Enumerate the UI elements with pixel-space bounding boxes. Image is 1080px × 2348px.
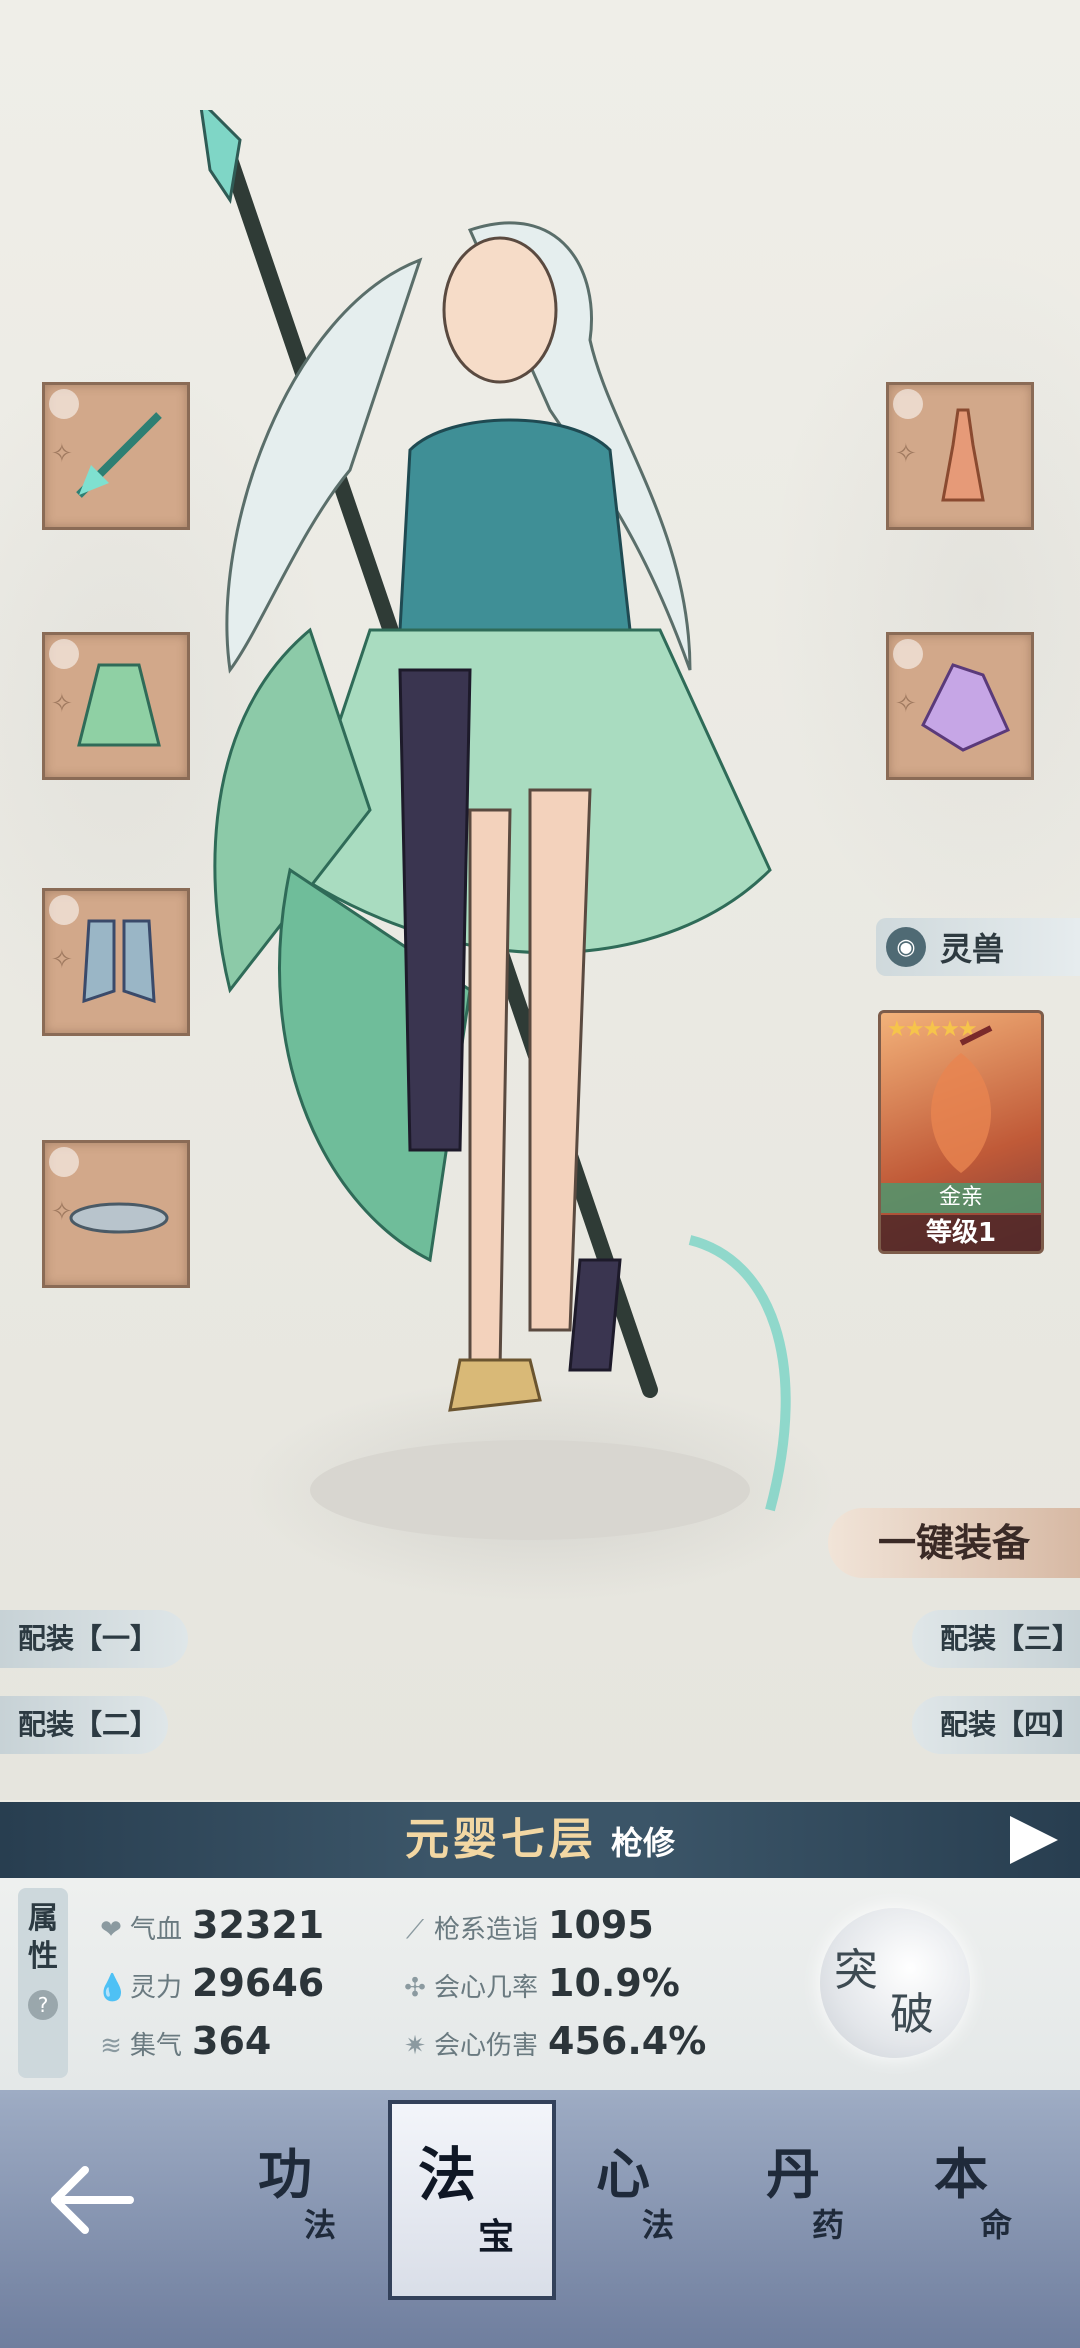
breakthrough-char-2: 破 <box>890 1989 934 2040</box>
stat-crit-rate-label: 会心几率 <box>434 1973 539 2003</box>
equipment-slot-vehicle[interactable]: ✧ <box>42 1140 190 1288</box>
stat-spear: ⟋ 枪系造诣 1095 <box>400 1900 654 1950</box>
nav-tab-pills[interactable]: 丹 药 <box>736 2130 866 2270</box>
nav-tab-mind-big: 心 <box>596 2142 650 2206</box>
stat-hp: ❤ 气血 32321 <box>96 1900 324 1950</box>
nav-tab-treasure[interactable]: 法 宝 <box>388 2100 556 2300</box>
phoenix-image <box>931 1025 993 1173</box>
crit-rate-icon: ✣ <box>404 1973 426 2003</box>
equipment-slot-accessory[interactable]: ✧ <box>886 382 1034 530</box>
breakthrough-button[interactable]: 突 破 <box>820 1908 970 2058</box>
loadout-2-button[interactable]: 配装【二】 <box>0 1696 168 1754</box>
stat-spear-value: 1095 <box>548 1903 654 1947</box>
stat-hp-label: 气血 <box>130 1915 183 1945</box>
nav-tab-treasure-small: 宝 <box>478 2216 515 2258</box>
attributes-tab[interactable]: 属 性 ? <box>18 1888 68 2078</box>
equipment-slot-boots[interactable]: ✧ <box>42 888 190 1036</box>
attr-tab-char-2: 性 <box>28 1939 58 1974</box>
nav-tab-skills-big: 功 <box>258 2142 312 2206</box>
spirit-beast-label: 灵兽 <box>940 930 1005 968</box>
equipment-slot-armor[interactable]: ✧ <box>42 632 190 780</box>
equipment-slot-weapon[interactable]: ✧ <box>42 382 190 530</box>
stat-crit-damage-label: 会心伤害 <box>434 2031 539 2061</box>
attributes-panel: 属 性 ? ❤ 气血 32321 💧灵力 29646 ≋ 集气 364 ⟋ 枪系造诣 1095… <box>0 1878 1080 2090</box>
ornament-icon <box>941 408 985 502</box>
rank-display: 元婴七层 枪修 <box>0 1802 1080 1887</box>
rank-bar: 元婴七层 枪修 <box>0 1802 1080 1878</box>
drop-icon: 💧 <box>96 1973 129 2003</box>
stat-crit-damage: ✷ 会心伤害 456.4% <box>400 2016 706 2066</box>
play-arrow-icon[interactable] <box>1010 1816 1058 1864</box>
character-portrait <box>199 110 791 1540</box>
cultivation-class: 枪修 <box>610 1824 675 1862</box>
burst-icon: ✷ <box>404 2031 426 2061</box>
one-key-equip-button[interactable]: 一键装备 <box>828 1508 1080 1578</box>
bottom-navigation: 功 法 法 宝 心 法 丹 药 本 命 <box>0 2090 1080 2348</box>
stat-qi-label: 集气 <box>130 2031 183 2061</box>
stat-crit-rate-value: 10.9% <box>548 1961 680 2005</box>
nav-tab-pills-big: 丹 <box>766 2142 820 2206</box>
swirl-icon: ≋ <box>100 2031 122 2061</box>
crystal-icon <box>921 663 1010 752</box>
spear-icon <box>76 412 162 498</box>
loadout-1-button[interactable]: 配装【一】 <box>0 1610 188 1668</box>
spirit-beast-tab[interactable]: ◉ 灵兽 <box>876 918 1080 976</box>
nav-tab-pills-small: 药 <box>812 2206 845 2244</box>
loadout-4-button[interactable]: 配装【四】 <box>912 1696 1080 1754</box>
spirit-beast-name: 金亲 <box>881 1183 1041 1213</box>
flying-boat-icon <box>69 1202 169 1234</box>
nav-tab-natal-big: 本 <box>934 2142 988 2206</box>
help-icon[interactable]: ? <box>28 1990 58 2020</box>
loadout-3-button[interactable]: 配装【三】 <box>912 1610 1080 1668</box>
stat-hp-value: 32321 <box>192 1903 325 1947</box>
heart-icon: ❤ <box>100 1915 122 1945</box>
nav-tab-natal[interactable]: 本 命 <box>904 2130 1034 2270</box>
breakthrough-char-1: 突 <box>834 1945 878 1996</box>
nav-tab-mind[interactable]: 心 法 <box>566 2130 696 2270</box>
nav-tab-skills[interactable]: 功 法 <box>228 2130 358 2270</box>
stat-crit-rate: ✣ 会心几率 10.9% <box>400 1958 680 2008</box>
equipment-slot-treasure[interactable]: ✧ <box>886 632 1034 780</box>
beast-icon: ◉ <box>886 927 926 967</box>
stat-spear-label: 枪系造诣 <box>434 1915 539 1945</box>
nav-tab-skills-small: 法 <box>304 2206 337 2244</box>
attr-tab-char-1: 属 <box>28 1901 58 1936</box>
stat-qi-value: 364 <box>192 2019 272 2063</box>
realm-level: 元婴七层 <box>404 1814 597 1865</box>
back-arrow-icon[interactable] <box>40 2150 140 2250</box>
stat-crit-damage-value: 456.4% <box>548 2019 707 2063</box>
stat-mana-label: 灵力 <box>130 1973 183 2003</box>
stat-qi: ≋ 集气 364 <box>96 2016 271 2066</box>
stat-mana: 💧灵力 29646 <box>96 1958 324 2008</box>
boots-icon <box>82 919 156 1004</box>
spear-stat-icon: ⟋ <box>405 1915 425 1945</box>
nav-tab-treasure-big: 法 <box>418 2141 477 2209</box>
robe-icon <box>77 663 161 747</box>
stat-mana-value: 29646 <box>192 1961 325 2005</box>
spirit-beast-card[interactable]: ★★★★★ 金亲 等级1 <box>878 1010 1044 1254</box>
nav-tab-mind-small: 法 <box>642 2206 675 2244</box>
nav-tab-natal-small: 命 <box>980 2206 1013 2244</box>
spirit-beast-level: 等级1 <box>881 1215 1041 1251</box>
